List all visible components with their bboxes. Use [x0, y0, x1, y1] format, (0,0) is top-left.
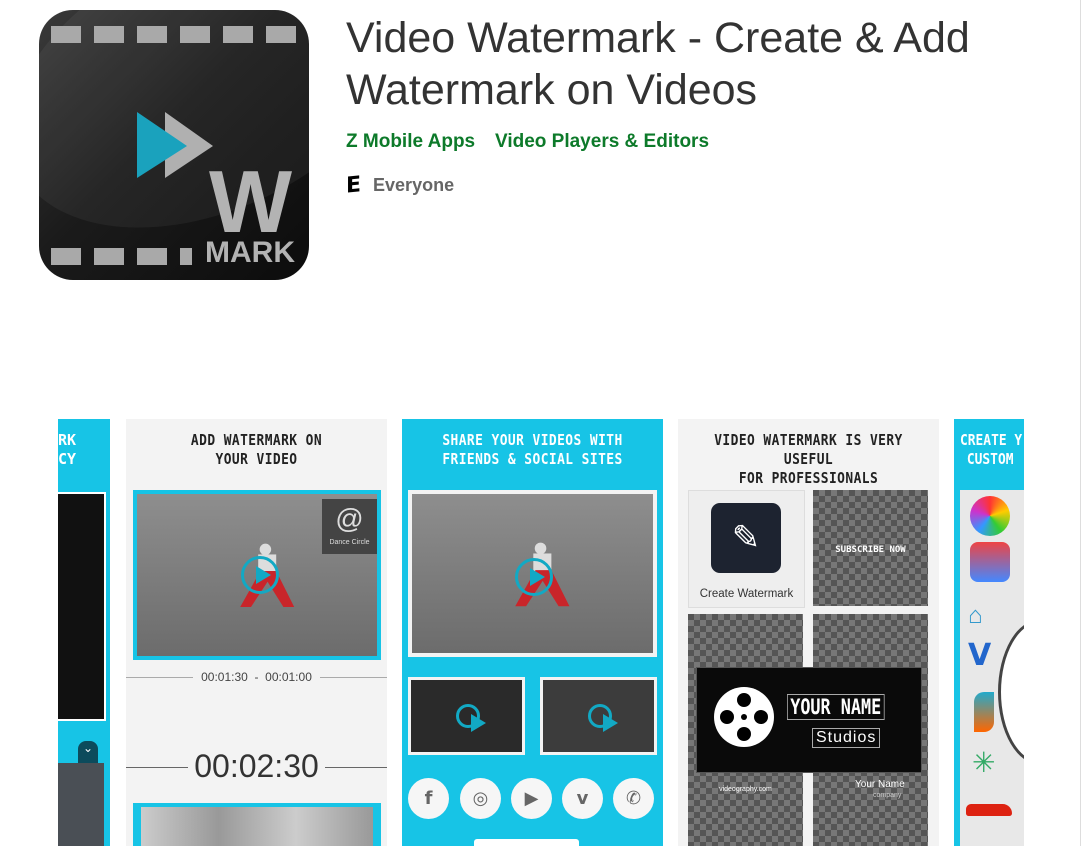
screenshot-title-line: VIDEO WATERMARK IS VERY USEFUL	[714, 431, 903, 468]
film-perforation	[180, 248, 192, 265]
preview-frame	[58, 492, 106, 721]
spiral-logo-icon: @	[335, 503, 364, 534]
video-thumbnail[interactable]	[408, 677, 525, 755]
film-perforation	[137, 248, 167, 265]
film-perforation	[266, 26, 296, 43]
film-perforation	[94, 248, 124, 265]
film-perforation	[137, 26, 167, 43]
screenshot-title-line: CY	[58, 450, 77, 468]
screenshot-title-line: RK	[58, 431, 77, 449]
subscribe-label: SUBSCRIBE NOW	[835, 545, 906, 555]
app-title: Video Watermark - Create & Add Watermark…	[346, 14, 970, 114]
film-perforation	[94, 26, 124, 43]
video-thumbnail[interactable]	[540, 677, 657, 755]
developer-link[interactable]: Z Mobile Apps	[346, 131, 475, 153]
youtube-icon[interactable]: ▶	[511, 778, 552, 819]
screenshot-title-line: YOUR VIDEO	[215, 450, 298, 468]
duration-text: 00:02:30	[188, 748, 325, 784]
flame-logo-icon[interactable]	[974, 692, 994, 732]
icon-letter: W	[209, 152, 293, 251]
category-link[interactable]: Video Players & Editors	[495, 131, 709, 153]
screenshot-title-line: CREATE Y	[960, 431, 1023, 449]
screenshot-title-line: ADD WATERMARK ON	[190, 431, 323, 449]
content-rating-label: Everyone	[373, 175, 455, 195]
esrb-e-icon: E	[346, 172, 362, 199]
video-frame: @ Dance Circle	[133, 490, 381, 660]
time-range: 00:01:30 - 00:01:00	[126, 670, 387, 684]
screenshot-title-line: FOR PROFESSIONALS	[738, 469, 879, 487]
camera-logo-icon[interactable]	[970, 542, 1010, 582]
instagram-icon[interactable]: ◎	[460, 778, 501, 819]
content-rating: E Everyone	[346, 172, 455, 199]
page-border	[1080, 0, 1081, 846]
screenshot-3[interactable]: VIDEO WATERMARK IS VERY USEFUL FOR PROFE…	[678, 419, 939, 846]
vimeo-icon[interactable]: v	[562, 778, 603, 819]
screenshot-4[interactable]: CREATE Y CUSTOM ⌂ V ✳	[954, 419, 1024, 846]
film-perforation	[51, 26, 81, 43]
panel	[58, 763, 104, 846]
studios-text: Studios	[812, 728, 881, 748]
play-icon[interactable]	[515, 558, 553, 596]
watermark-preview[interactable]: YOUR NAME Studios	[696, 667, 922, 773]
video-thumbnail	[412, 494, 653, 653]
camera-logo-icon[interactable]	[970, 496, 1010, 536]
video-frame	[408, 490, 657, 657]
pencil-cup-icon: ✎	[711, 503, 781, 573]
watermark-tile[interactable]: SUBSCRIBE NOW	[813, 490, 928, 606]
create-watermark-label: Create Watermark	[699, 588, 794, 600]
icon-word: MARK	[205, 236, 295, 269]
film-reel-icon	[714, 687, 774, 747]
people-logo-icon[interactable]: ✳	[972, 746, 1012, 786]
your-name-text: YOUR NAME	[787, 694, 885, 720]
videography-label: videography.com	[719, 786, 772, 793]
company-label: company	[873, 792, 902, 799]
screenshot-1[interactable]: ADD WATERMARK ON YOUR VIDEO @ Dance Circ…	[126, 419, 387, 846]
duration: 00:02:30	[126, 748, 387, 785]
film-perforation	[180, 26, 210, 43]
film-perforation	[51, 248, 81, 265]
facebook-icon[interactable]: f	[408, 778, 449, 819]
screenshot-title-line: FRIENDS & SOCIAL SITES	[442, 450, 623, 468]
watermark-label: Dance Circle	[329, 539, 370, 546]
car-logo-icon[interactable]	[966, 804, 1012, 816]
watermark-overlay[interactable]: @ Dance Circle	[322, 499, 377, 554]
create-watermark-tile[interactable]: ✎ Create Watermark	[688, 490, 805, 608]
whatsapp-icon[interactable]: ✆	[613, 778, 654, 819]
house-logo-icon[interactable]: ⌂	[968, 602, 1016, 632]
screenshot-2[interactable]: SHARE YOUR VIDEOS WITH FRIENDS & SOCIAL …	[402, 419, 663, 846]
share-button[interactable]	[474, 839, 579, 846]
screenshot-title-line: SHARE YOUR VIDEOS WITH	[442, 431, 623, 449]
chevron-down-icon: ⌄	[78, 741, 98, 763]
screenshot-title-line: CUSTOM	[966, 450, 1014, 468]
play-forward-icon	[137, 112, 213, 178]
play-icon[interactable]	[241, 556, 279, 594]
film-perforation	[223, 26, 253, 43]
app-icon: W MARK	[39, 10, 309, 280]
time-range-text: 00:01:30 - 00:01:00	[193, 670, 320, 684]
timeline-strip[interactable]	[133, 803, 381, 846]
screenshot-0[interactable]: RK CY ⌄	[58, 419, 110, 846]
company-name-label: Your Name	[855, 779, 905, 790]
